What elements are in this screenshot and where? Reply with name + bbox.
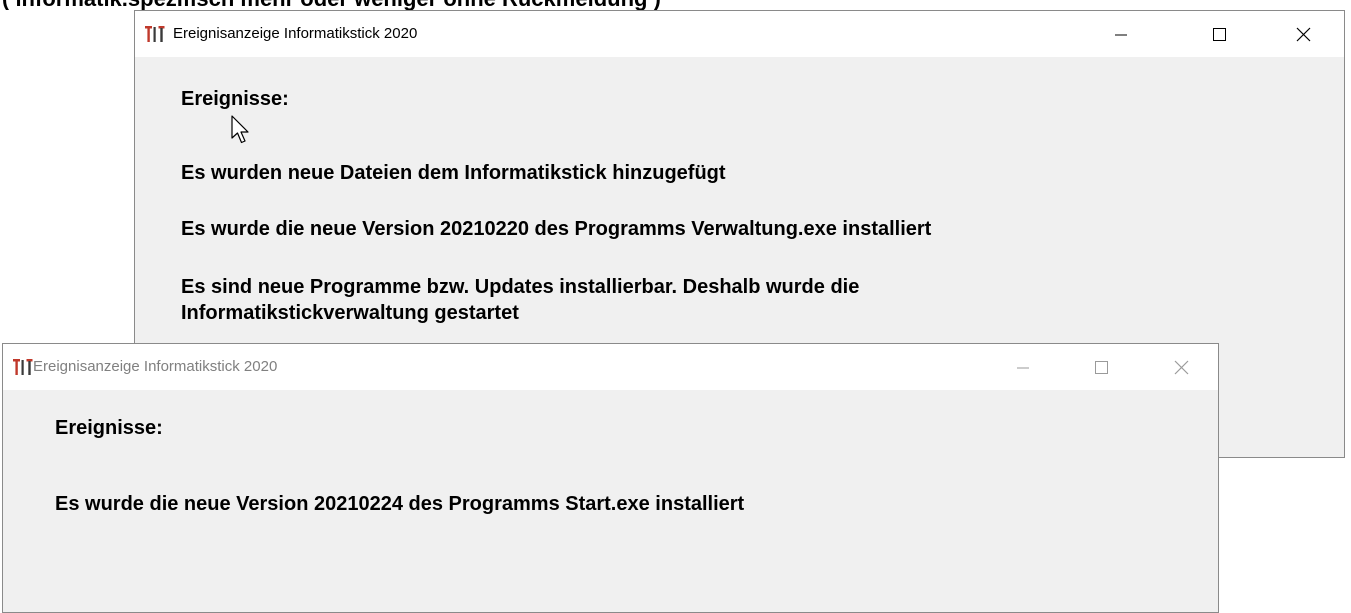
window-title: Ereignisanzeige Informatikstick 2020 bbox=[173, 25, 418, 42]
event-window-front: Ereignisanzeige Informatikstick 2020 Ere… bbox=[2, 343, 1219, 613]
event-message: Es sind neue Programme bzw. Updates inst… bbox=[181, 276, 860, 298]
minimize-icon bbox=[1017, 367, 1029, 369]
close-button[interactable] bbox=[1277, 11, 1329, 57]
mouse-pointer-icon bbox=[230, 114, 252, 146]
tools-icon bbox=[144, 25, 166, 43]
tools-icon bbox=[12, 358, 34, 376]
background-text-strip: ( informatik.spezifisch mehr oder wenige… bbox=[0, 0, 1351, 10]
events-heading: Ereignisse: bbox=[181, 88, 289, 110]
minimize-button[interactable] bbox=[997, 344, 1049, 390]
close-button[interactable] bbox=[1155, 344, 1207, 390]
minimize-icon bbox=[1115, 34, 1127, 36]
event-message: Informatikstickverwaltung gestartet bbox=[181, 302, 519, 324]
event-message: Es wurde die neue Version 20210224 des P… bbox=[55, 493, 745, 515]
event-message: Es wurde die neue Version 20210220 des P… bbox=[181, 218, 932, 240]
maximize-button[interactable] bbox=[1075, 344, 1127, 390]
title-bar[interactable]: Ereignisanzeige Informatikstick 2020 bbox=[135, 11, 1344, 57]
background-text-fragment: ( informatik.spezifisch mehr oder wenige… bbox=[2, 0, 661, 10]
minimize-button[interactable] bbox=[1095, 11, 1147, 57]
close-icon bbox=[1296, 27, 1311, 42]
events-heading: Ereignisse: bbox=[55, 417, 163, 439]
title-bar[interactable]: Ereignisanzeige Informatikstick 2020 bbox=[3, 344, 1218, 390]
maximize-icon bbox=[1213, 28, 1226, 41]
event-message: Es wurden neue Dateien dem Informatiksti… bbox=[181, 162, 726, 184]
maximize-button[interactable] bbox=[1193, 11, 1245, 57]
close-icon bbox=[1174, 360, 1189, 375]
window-title: Ereignisanzeige Informatikstick 2020 bbox=[33, 358, 278, 375]
maximize-icon bbox=[1095, 361, 1108, 374]
